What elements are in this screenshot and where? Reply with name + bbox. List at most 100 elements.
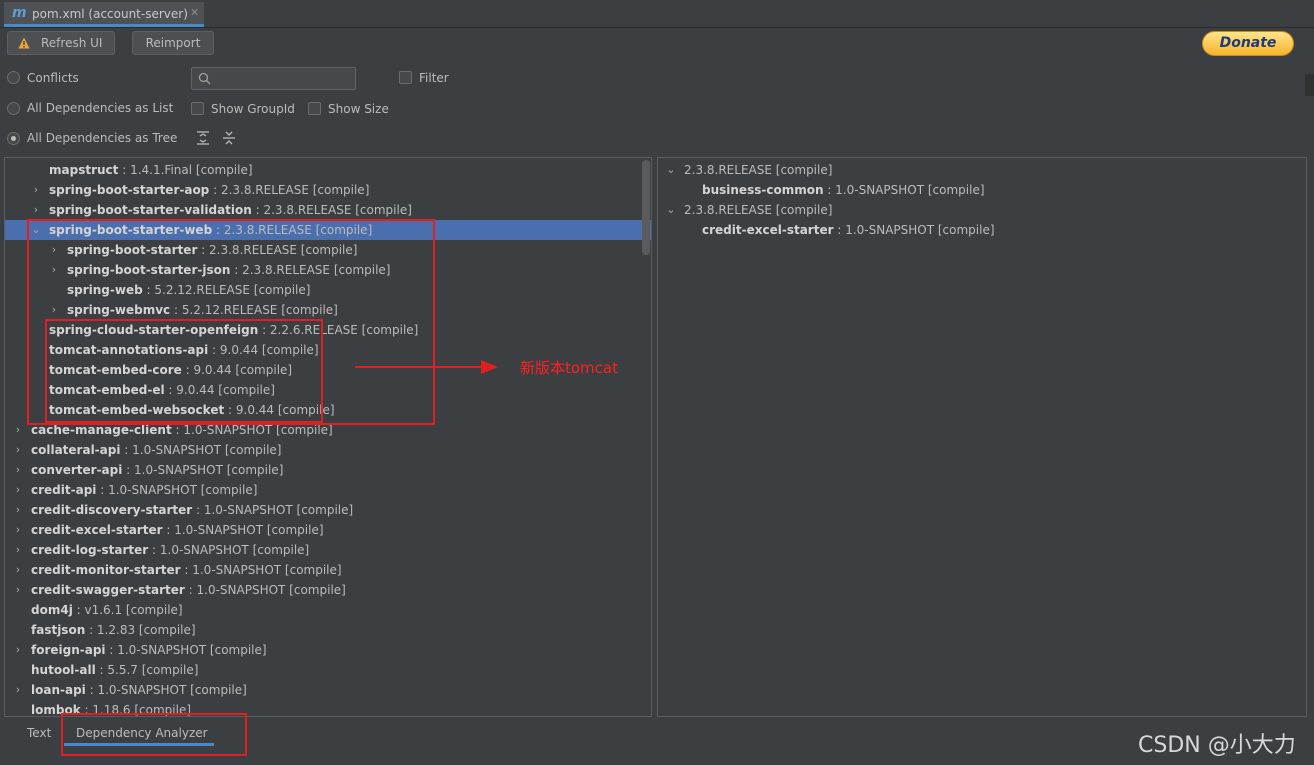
dependency-version: : 1.0-SNAPSHOT [compile] [122, 463, 284, 477]
tree-row[interactable]: ⌄ 2.3.8.RELEASE [compile] [658, 200, 1306, 220]
tree-row[interactable]: mapstruct : 1.4.1.Final [compile] [5, 160, 651, 180]
conflicts-radio[interactable] [7, 71, 20, 84]
chevron-right-icon[interactable]: › [12, 520, 24, 540]
chevron-right-icon[interactable]: › [12, 440, 24, 460]
chevron-right-icon[interactable]: › [12, 580, 24, 600]
dependency-version: : 1.0-SNAPSHOT [compile] [171, 423, 333, 437]
chevron-right-icon[interactable]: › [30, 200, 42, 220]
dependency-version: : 5.5.7 [compile] [95, 663, 199, 677]
dependency-name: business-common [702, 183, 824, 197]
dependency-name: foreign-api [31, 643, 106, 657]
search-input[interactable] [191, 67, 356, 90]
chevron-right-icon[interactable]: › [12, 640, 24, 660]
dependency-name: credit-swagger-starter [31, 583, 185, 597]
dependency-version: : 1.0-SNAPSHOT [compile] [96, 483, 258, 497]
chevron-right-icon[interactable]: › [12, 460, 24, 480]
dependency-version: : 1.0-SNAPSHOT [compile] [833, 223, 995, 237]
filter-label: Filter [419, 71, 449, 85]
dependency-name: credit-api [31, 483, 97, 497]
tree-row[interactable]: dom4j : v1.6.1 [compile] [5, 600, 651, 620]
chevron-down-icon[interactable]: ⌄ [665, 200, 677, 220]
tab-text[interactable]: Text [27, 721, 51, 745]
dependency-name: converter-api [31, 463, 123, 477]
dependency-version: : 2.3.8.RELEASE [compile] [251, 203, 412, 217]
tree-row[interactable]: › spring-boot-starter-validation : 2.3.8.… [5, 200, 651, 220]
tree-row[interactable]: fastjson : 1.2.83 [compile] [5, 620, 651, 640]
dependency-version: 2.3.8.RELEASE [compile] [684, 163, 833, 177]
dependency-name: dom4j [31, 603, 73, 617]
dependency-version: : 2.3.8.RELEASE [compile] [209, 183, 370, 197]
tree-row[interactable]: hutool-all : 5.5.7 [compile] [5, 660, 651, 680]
show-groupid-checkbox[interactable] [191, 102, 204, 115]
highlight-box-tomcat [45, 319, 323, 423]
dependency-version: : 1.0-SNAPSHOT [compile] [823, 183, 985, 197]
tree-row[interactable]: › credit-swagger-starter : 1.0-SNAPSHOT [… [5, 580, 651, 600]
chevron-right-icon[interactable]: › [12, 680, 24, 700]
tree-row[interactable]: › credit-log-starter : 1.0-SNAPSHOT [comp… [5, 540, 651, 560]
dependency-name: credit-excel-starter [31, 523, 163, 537]
tree-row[interactable]: › foreign-api : 1.0-SNAPSHOT [compile] [5, 640, 651, 660]
editor-tab-bar: m pom.xml (account-server) ✕ [0, 0, 1314, 28]
refresh-ui-button[interactable]: Refresh UI [7, 31, 115, 55]
dependency-version: : v1.6.1 [compile] [72, 603, 183, 617]
show-size-checkbox[interactable] [308, 102, 321, 115]
tab-title: pom.xml (account-server) [32, 7, 188, 21]
filter-checkbox[interactable] [399, 71, 412, 84]
expand-all-icon[interactable] [196, 131, 210, 145]
show-size-label: Show Size [328, 102, 389, 116]
chevron-right-icon[interactable]: › [12, 420, 24, 440]
chevron-right-icon[interactable]: › [12, 500, 24, 520]
dependency-name: credit-log-starter [31, 543, 149, 557]
tree-row[interactable]: › credit-monitor-starter : 1.0-SNAPSHOT [… [5, 560, 651, 580]
donate-button[interactable]: Donate [1202, 31, 1294, 56]
tree-row[interactable]: › credit-discovery-starter : 1.0-SNAPSHOT… [5, 500, 651, 520]
tree-row[interactable]: ⌄ 2.3.8.RELEASE [compile] [658, 160, 1306, 180]
watermark: CSDN @小大力 [1138, 733, 1296, 758]
collapse-all-icon[interactable] [222, 131, 236, 145]
dependency-version: 2.3.8.RELEASE [compile] [684, 203, 833, 217]
tree-row[interactable]: › collateral-api : 1.0-SNAPSHOT [compile] [5, 440, 651, 460]
tree-row[interactable]: business-common : 1.0-SNAPSHOT [compile] [658, 180, 1306, 200]
show-groupid-label: Show GroupId [211, 102, 295, 116]
tree-row[interactable]: › credit-api : 1.0-SNAPSHOT [compile] [5, 480, 651, 500]
dependency-name: spring-boot-starter-validation [49, 203, 252, 217]
dependency-version: : 1.0-SNAPSHOT [compile] [120, 443, 282, 457]
tree-row[interactable]: › spring-boot-starter-aop : 2.3.8.RELEASE… [5, 180, 651, 200]
search-icon [198, 72, 211, 85]
dependency-name: collateral-api [31, 443, 121, 457]
all-deps-list-radio[interactable] [7, 102, 20, 115]
all-deps-list-label: All Dependencies as List [27, 101, 174, 115]
chevron-right-icon[interactable]: › [12, 480, 24, 500]
tree-scrollbar[interactable] [642, 160, 650, 255]
dependency-version: : 1.2.83 [compile] [85, 623, 196, 637]
dependency-name: credit-monitor-starter [31, 563, 181, 577]
chevron-right-icon[interactable]: › [30, 180, 42, 200]
reimport-button[interactable]: Reimport [132, 31, 214, 55]
arrow-icon [355, 360, 498, 374]
refresh-ui-label: Refresh UI [41, 36, 103, 50]
close-icon[interactable]: ✕ [190, 6, 199, 19]
dependency-name: mapstruct [49, 163, 119, 177]
dependency-version: : 1.0-SNAPSHOT [compile] [184, 583, 346, 597]
tree-row[interactable]: › converter-api : 1.0-SNAPSHOT [compile] [5, 460, 651, 480]
chevron-down-icon[interactable]: ⌄ [665, 160, 677, 180]
dependency-name: credit-discovery-starter [31, 503, 193, 517]
chevron-right-icon[interactable]: › [12, 540, 24, 560]
warning-icon [18, 37, 30, 49]
tab-pom-xml[interactable]: m pom.xml (account-server) ✕ [4, 2, 204, 27]
tree-row[interactable]: › loan-api : 1.0-SNAPSHOT [compile] [5, 680, 651, 700]
dependency-version: : 1.4.1.Final [compile] [118, 163, 253, 177]
dependency-version: : 1.0-SNAPSHOT [compile] [148, 543, 310, 557]
all-deps-tree-radio[interactable] [7, 132, 20, 145]
maven-icon: m [12, 5, 27, 21]
dependency-name: fastjson [31, 623, 86, 637]
tree-row[interactable]: credit-excel-starter : 1.0-SNAPSHOT [com… [658, 220, 1306, 240]
dependency-name: spring-boot-starter-aop [49, 183, 210, 197]
dependency-version: : 1.0-SNAPSHOT [compile] [192, 503, 354, 517]
window-edge-scroll [1305, 74, 1314, 96]
tree-row[interactable]: › credit-excel-starter : 1.0-SNAPSHOT [co… [5, 520, 651, 540]
annotation-text: 新版本tomcat [520, 359, 618, 377]
dependency-version: : 1.0-SNAPSHOT [compile] [162, 523, 324, 537]
chevron-right-icon[interactable]: › [12, 560, 24, 580]
highlight-box-analyzer-tab [61, 713, 247, 756]
